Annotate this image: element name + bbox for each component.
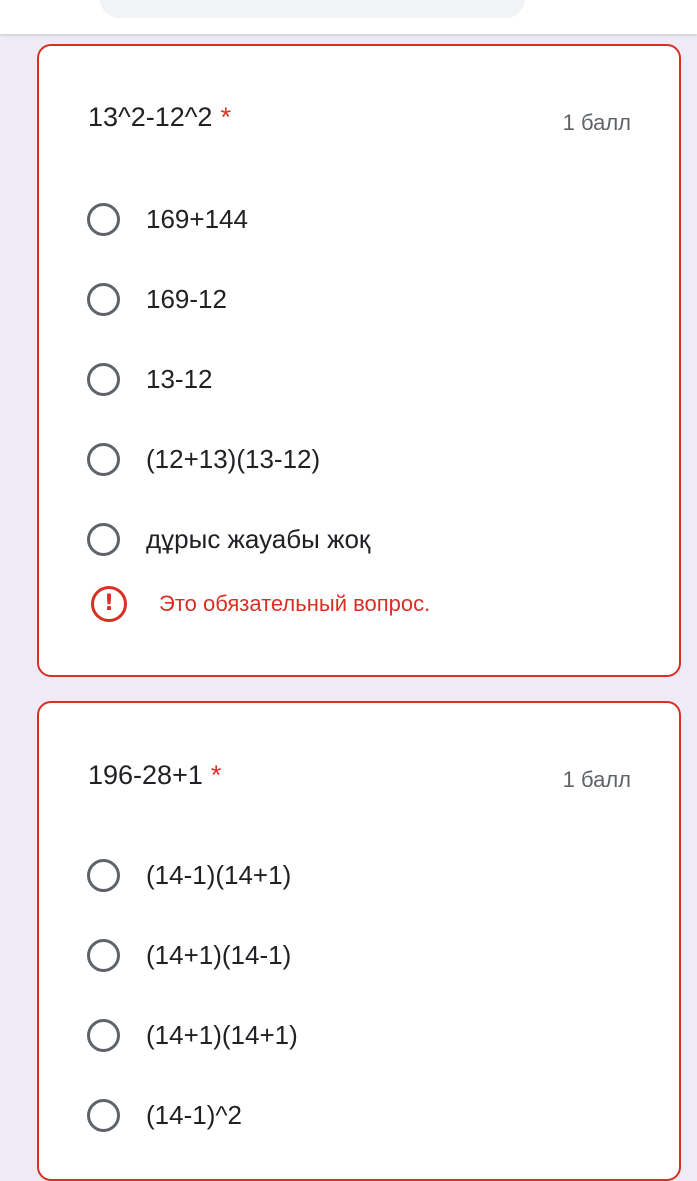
- radio-option[interactable]: (14-1)(14+1): [87, 855, 291, 895]
- exclamation-circle-icon: !: [91, 586, 127, 622]
- question-points: 1 балл: [562, 110, 631, 135]
- radio-button[interactable]: [87, 1098, 120, 1132]
- radio-option-label: 169+144: [146, 203, 248, 234]
- radio-button[interactable]: [87, 522, 120, 556]
- question-title: 13^2-12^2 *: [88, 102, 231, 133]
- question-title: 196-28+1 *: [88, 760, 221, 791]
- required-asterisk: *: [220, 102, 231, 132]
- radio-option[interactable]: (12+13)(13-12): [87, 439, 320, 479]
- radio-button[interactable]: [87, 282, 120, 316]
- radio-button[interactable]: [87, 858, 120, 892]
- required-asterisk: *: [210, 760, 222, 790]
- radio-option[interactable]: (14+1)(14-1): [87, 935, 291, 975]
- radio-option-label: дұрыс жауабы жоқ: [146, 523, 371, 554]
- radio-option[interactable]: (14-1)^2: [87, 1095, 242, 1135]
- radio-option-label: (14-1)(14+1): [146, 859, 292, 890]
- radio-option-label: 13-12: [146, 363, 213, 394]
- radio-option[interactable]: 169-12: [87, 279, 227, 319]
- question-card-2: 196-28+1 * 1 балл (14-1)(14+1) (14+1)(14-…: [37, 701, 681, 1181]
- radio-button[interactable]: [87, 1018, 120, 1052]
- top-app-bar: [0, 0, 697, 34]
- question-title-text: 196-28+1: [88, 760, 203, 790]
- question-points: 1 балл: [562, 767, 631, 792]
- error-message: Это обязательный вопрос.: [159, 591, 431, 616]
- question-title-text: 13^2-12^2: [88, 102, 213, 132]
- radio-option[interactable]: 13-12: [87, 359, 213, 399]
- radio-option-label: (14+1)(14-1): [146, 939, 292, 970]
- radio-button[interactable]: [87, 442, 120, 476]
- radio-option-label: 169-12: [146, 283, 227, 314]
- radio-option-label: (14+1)(14+1): [146, 1019, 298, 1050]
- radio-option[interactable]: (14+1)(14+1): [87, 1015, 298, 1055]
- radio-option-label: (14-1)^2: [146, 1099, 243, 1130]
- radio-button[interactable]: [87, 202, 120, 236]
- header-pill[interactable]: [100, 0, 525, 18]
- validation-error: ! Это обязательный вопрос.: [91, 584, 430, 624]
- radio-button[interactable]: [87, 938, 120, 972]
- question-card-1: 13^2-12^2 * 1 балл 169+144 169-12 13-12 (…: [37, 44, 681, 677]
- radio-option-label: (12+13)(13-12): [146, 443, 321, 474]
- radio-option[interactable]: дұрыс жауабы жоқ: [87, 519, 370, 559]
- radio-button[interactable]: [87, 362, 120, 396]
- radio-option[interactable]: 169+144: [87, 199, 248, 239]
